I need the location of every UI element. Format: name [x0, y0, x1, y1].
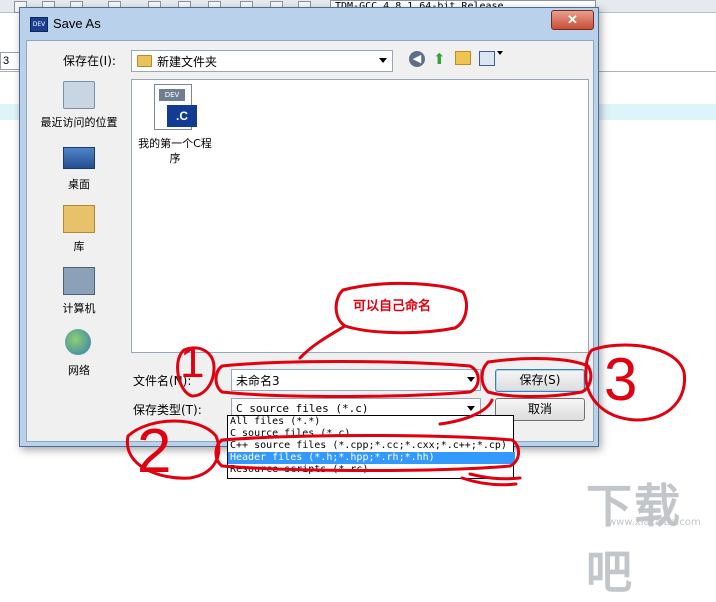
annotation-mark-3: 3	[604, 346, 638, 413]
watermark-url: www.xiazaiba.com	[608, 517, 701, 528]
watermark-logo: 下载吧	[586, 479, 682, 599]
annotation-mark-1: 1	[180, 338, 205, 387]
annotation-note: 可以自己命名	[353, 299, 432, 314]
stroke-3-tail	[438, 398, 494, 426]
pointer-stroke	[298, 324, 347, 360]
filename-circle	[214, 360, 480, 398]
watermark: 下载吧 www.xiazaiba.com	[580, 470, 716, 599]
save-button-circle	[480, 357, 593, 398]
type-circle	[214, 434, 520, 472]
annotation-mark-2: 2	[137, 417, 172, 486]
annotation-strokes	[125, 281, 687, 487]
arrow-stroke	[460, 472, 522, 487]
